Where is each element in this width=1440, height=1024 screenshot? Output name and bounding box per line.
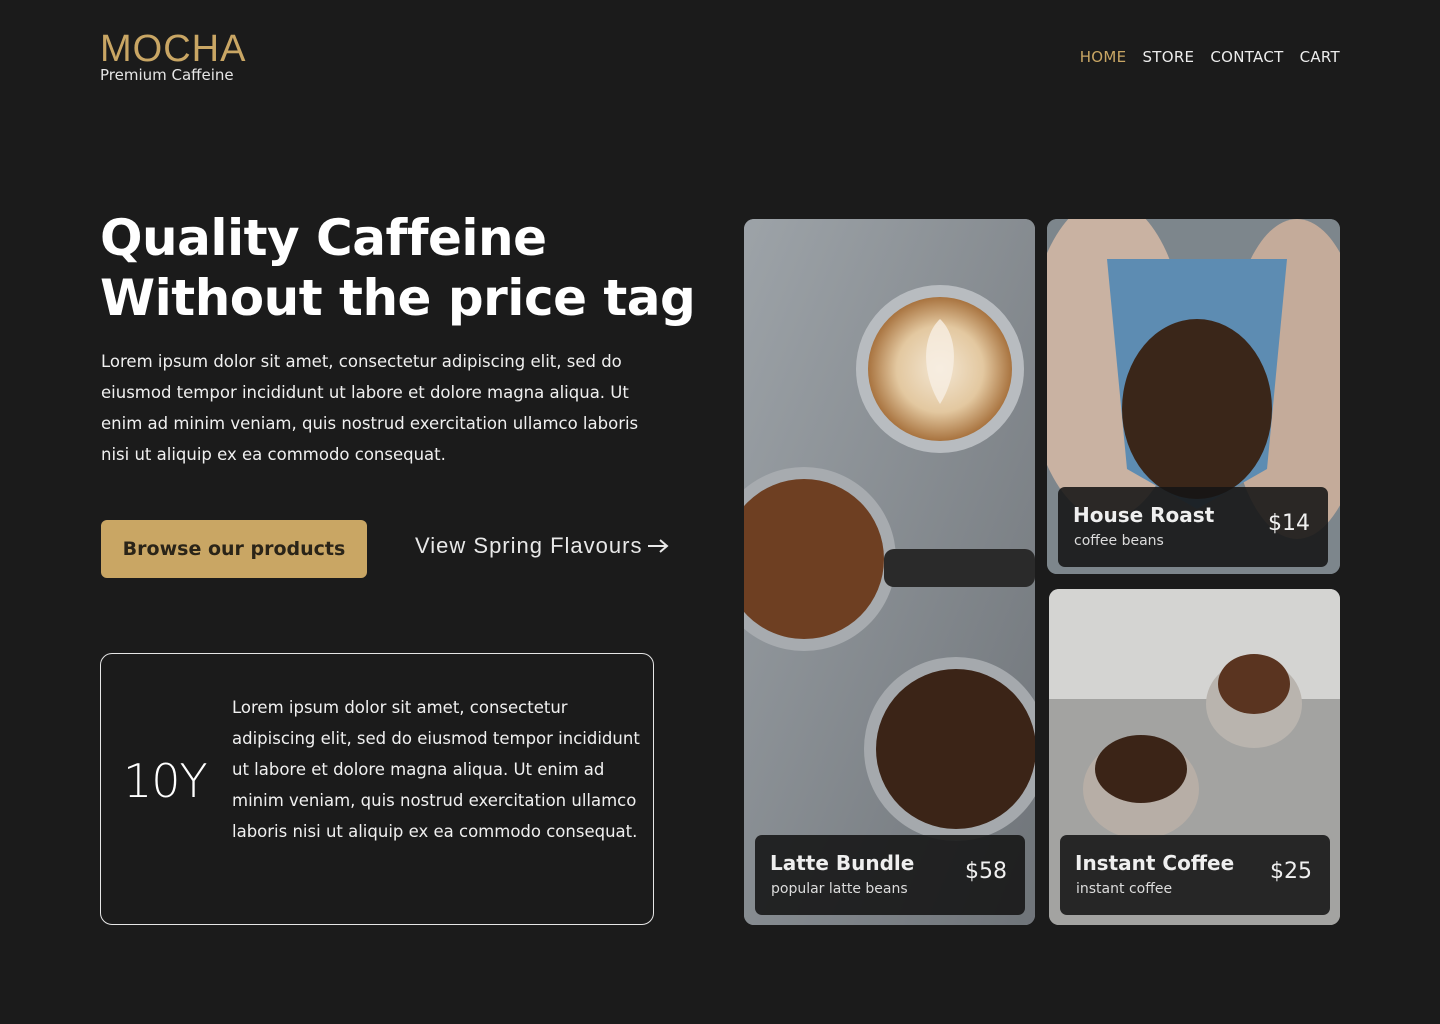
product-price: $58 <box>965 859 1007 884</box>
hero-body: Lorem ipsum dolor sit amet, consectetur … <box>101 352 639 464</box>
product-subtitle: coffee beans <box>1074 533 1164 549</box>
hero-title-line-2: Without the price tag <box>100 269 696 327</box>
product-price: $14 <box>1268 511 1310 536</box>
product-price: $25 <box>1270 859 1312 884</box>
main-nav: HOME STORE CONTACT CART <box>1080 48 1340 66</box>
product-card-house-roast[interactable]: House Roast coffee beans $14 <box>1047 219 1340 574</box>
product-card-latte-bundle[interactable]: Latte Bundle popular latte beans $58 <box>744 219 1035 925</box>
arrow-right-icon <box>648 539 670 553</box>
stat-box: 10Y Lorem ipsum dolor sit amet, consecte… <box>100 653 654 925</box>
house-roast-label: House Roast coffee beans $14 <box>1058 487 1328 567</box>
instant-coffee-label: Instant Coffee instant coffee $25 <box>1060 835 1330 915</box>
product-name: House Roast <box>1073 503 1215 527</box>
stat-text: Lorem ipsum dolor sit amet, consectetur … <box>232 698 640 841</box>
nav-contact[interactable]: CONTACT <box>1210 48 1283 66</box>
view-spring-flavours-link[interactable]: View Spring Flavours <box>415 533 670 559</box>
hero-title: Quality Caffeine Without the price tag <box>100 208 700 328</box>
stat-value: 10Y <box>123 754 208 808</box>
brand-logo[interactable]: MOCHA Premium Caffeine <box>100 30 246 83</box>
hero-title-line-1: Quality Caffeine <box>100 209 547 267</box>
product-subtitle: popular latte beans <box>771 881 908 897</box>
brand-name: MOCHA <box>100 28 247 70</box>
product-name: Instant Coffee <box>1075 851 1235 875</box>
latte-bundle-image <box>744 219 1035 925</box>
view-spring-flavours-label: View Spring Flavours <box>415 533 643 558</box>
product-subtitle: instant coffee <box>1076 881 1173 897</box>
nav-store[interactable]: STORE <box>1142 48 1194 66</box>
brand-tagline: Premium Caffeine <box>100 66 234 84</box>
product-card-instant-coffee[interactable]: Instant Coffee instant coffee $25 <box>1049 589 1340 925</box>
nav-home[interactable]: HOME <box>1080 48 1127 66</box>
browse-products-button[interactable]: Browse our products <box>101 520 367 578</box>
nav-cart[interactable]: CART <box>1300 48 1340 66</box>
product-name: Latte Bundle <box>770 851 915 875</box>
latte-bundle-label: Latte Bundle popular latte beans $58 <box>755 835 1025 915</box>
